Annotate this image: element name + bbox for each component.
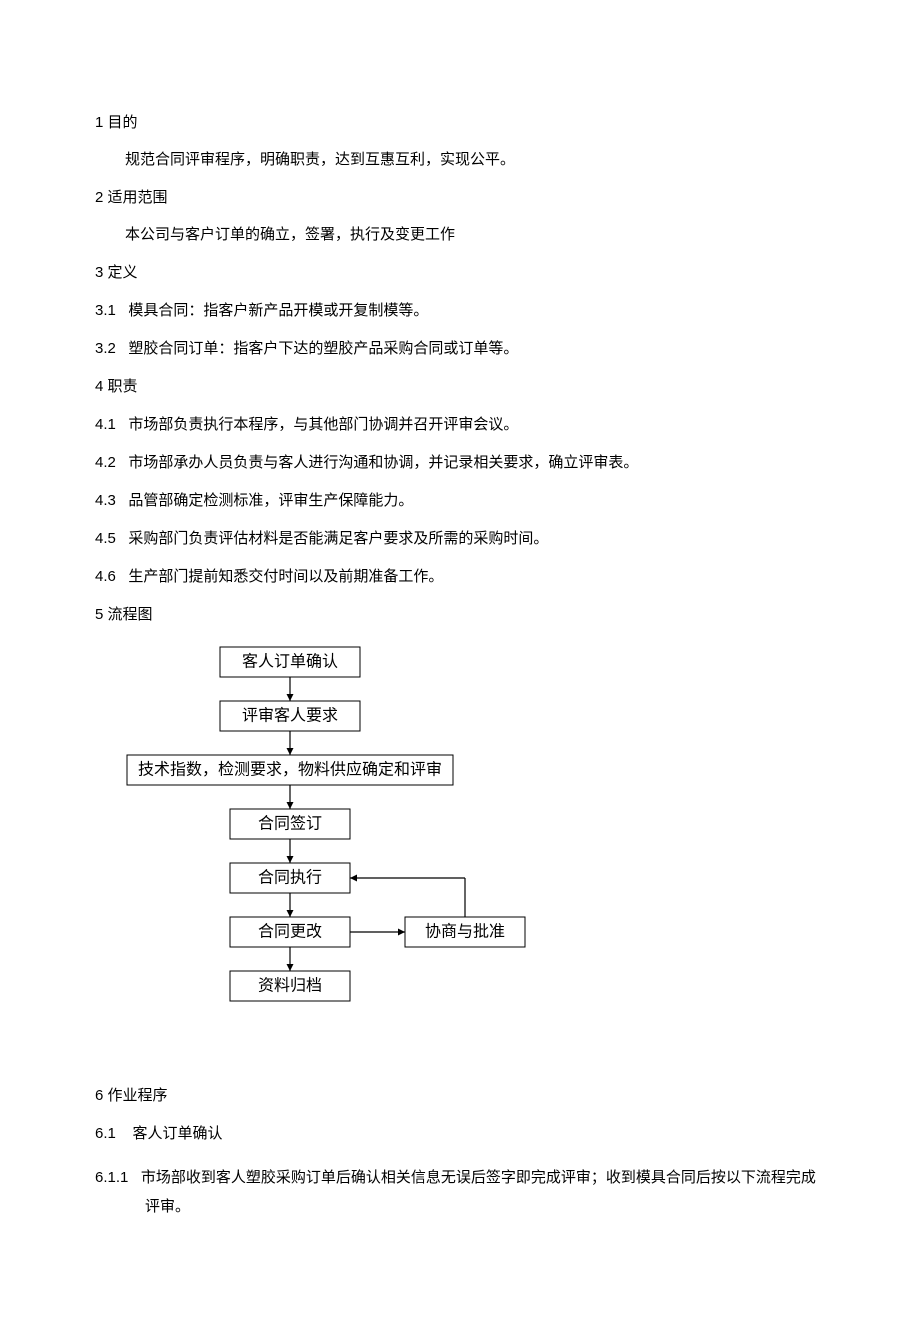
heading-3: 3 定义 (95, 265, 825, 281)
item-4-1: 4.1 市场部负责执行本程序，与其他部门协调并召开评审会议。 (95, 417, 825, 433)
item-4-3: 4.3 品管部确定检测标准，评审生产保障能力。 (95, 493, 825, 509)
flow-node-8-label: 资料归档 (258, 977, 322, 995)
item-6-1-1: 6.1.1 市场部收到客人塑胶采购订单后确认相关信息无误后签字即完成评审；收到模… (95, 1164, 825, 1221)
flow-node-6-label: 合同更改 (258, 923, 322, 941)
body-2: 本公司与客户订单的确立，签署，执行及变更工作 (95, 228, 825, 243)
item-4-5: 4.5 采购部门负责评估材料是否能满足客户要求及所需的采购时间。 (95, 531, 825, 547)
flow-node-5-label: 合同执行 (258, 869, 322, 887)
flow-node-2-label: 评审客人要求 (242, 707, 338, 725)
flow-node-3-label: 技术指数，检测要求，物料供应确定和评审 (138, 760, 442, 779)
heading-6: 6 作业程序 (95, 1088, 825, 1104)
flow-node-4-label: 合同签订 (258, 815, 322, 833)
heading-5: 5 流程图 (95, 607, 825, 623)
flow-node-1-label: 客人订单确认 (242, 653, 338, 671)
item-4-6: 4.6 生产部门提前知悉交付时间以及前期准备工作。 (95, 569, 825, 585)
flow-node-7-label: 协商与批准 (425, 923, 505, 941)
heading-1: 1 目的 (95, 115, 825, 131)
body-1: 规范合同评审程序，明确职责，达到互惠互利，实现公平。 (95, 153, 825, 168)
heading-4: 4 职责 (95, 379, 825, 395)
item-3-1: 3.1 模具合同：指客户新产品开模或开复制模等。 (95, 303, 825, 319)
flowchart: 客人订单确认评审客人要求技术指数，检测要求，物料供应确定和评审合同签订合同执行合… (120, 645, 825, 1070)
item-4-2: 4.2 市场部承办人员负责与客人进行沟通和协调，并记录相关要求，确立评审表。 (95, 455, 825, 471)
item-3-2: 3.2 塑胶合同订单：指客户下达的塑胶产品采购合同或订单等。 (95, 341, 825, 357)
item-6-1: 6.1 客人订单确认 (95, 1126, 825, 1142)
heading-2: 2 适用范围 (95, 190, 825, 206)
document-page: 1 目的规范合同评审程序，明确职责，达到互惠互利，实现公平。 2 适用范围本公司与… (0, 0, 920, 1323)
